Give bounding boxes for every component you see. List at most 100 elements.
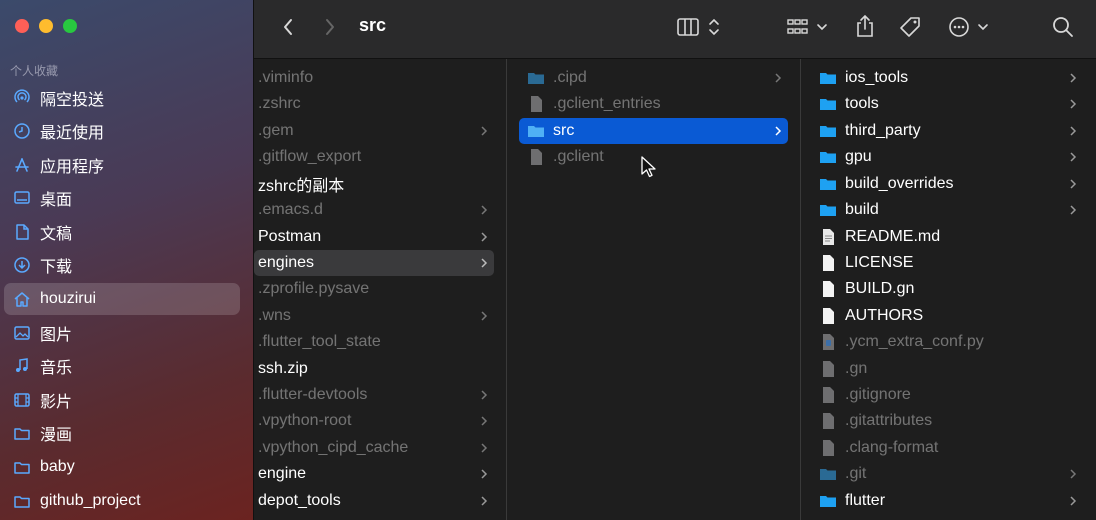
mouse-pointer-icon bbox=[641, 156, 656, 178]
applications-icon bbox=[13, 156, 31, 174]
list-item[interactable]: .gitflow_export bbox=[254, 144, 494, 170]
list-item[interactable]: ios_tools bbox=[813, 65, 1083, 91]
sidebar-item-manhua[interactable]: 漫画 bbox=[4, 417, 240, 449]
list-item[interactable]: .flutter-devtools bbox=[254, 382, 494, 408]
list-item[interactable]: LICENSE bbox=[813, 250, 1083, 276]
tag-button[interactable] bbox=[896, 13, 924, 41]
list-item[interactable]: .emacs.d bbox=[254, 197, 494, 223]
close-window-button[interactable] bbox=[15, 19, 29, 33]
list-item[interactable]: tools bbox=[813, 91, 1083, 117]
list-item[interactable]: zshrc的副本 bbox=[254, 171, 494, 197]
list-item[interactable]: .zshrc bbox=[254, 91, 494, 117]
file-name: Postman bbox=[258, 228, 322, 245]
folder-icon bbox=[820, 99, 836, 110]
zoom-window-button[interactable] bbox=[63, 19, 77, 33]
list-item[interactable]: .cipd bbox=[519, 65, 788, 91]
file-name: tools bbox=[845, 95, 879, 112]
folder-icon bbox=[820, 73, 836, 84]
file-name: .gn bbox=[845, 360, 868, 377]
list-item[interactable]: .gclient_entries bbox=[519, 91, 788, 117]
ellipsis-circle-icon bbox=[949, 17, 988, 37]
sidebar-item-label: 文稿 bbox=[40, 226, 73, 243]
download-icon bbox=[13, 256, 31, 274]
airdrop-icon bbox=[13, 89, 31, 107]
sidebar-item-label: houzirui bbox=[40, 290, 97, 307]
list-item[interactable]: build bbox=[813, 197, 1083, 223]
list-item[interactable]: .clang-format bbox=[813, 435, 1083, 461]
list-item-selected[interactable]: src bbox=[519, 118, 788, 144]
file-name: .clang-format bbox=[845, 439, 939, 456]
list-item[interactable]: .ycm_extra_conf.py bbox=[813, 329, 1083, 355]
list-item[interactable]: .wns bbox=[254, 303, 494, 329]
sidebar-item-label: baby bbox=[40, 458, 75, 475]
file-name: .zshrc bbox=[258, 95, 301, 112]
file-name: .vpython_cipd_cache bbox=[258, 439, 409, 456]
list-item[interactable]: .viminfo bbox=[254, 65, 494, 91]
chevron-right-icon bbox=[1070, 179, 1077, 189]
chevron-right-icon bbox=[1070, 496, 1077, 506]
list-item[interactable]: AUTHORS bbox=[813, 303, 1083, 329]
share-button[interactable] bbox=[852, 12, 878, 40]
back-button[interactable] bbox=[278, 14, 298, 40]
file-name: engines bbox=[258, 254, 315, 271]
folder-icon bbox=[820, 469, 836, 480]
file-icon bbox=[823, 281, 834, 297]
group-button[interactable] bbox=[786, 14, 832, 40]
list-item[interactable]: build_overrides bbox=[813, 171, 1083, 197]
chevron-right-icon bbox=[481, 469, 488, 479]
list-item[interactable]: .git bbox=[813, 461, 1083, 487]
more-actions-button[interactable] bbox=[946, 13, 992, 41]
list-item[interactable]: .vpython-root bbox=[254, 408, 494, 434]
sidebar-item-baby[interactable]: baby bbox=[4, 451, 240, 483]
file-icon bbox=[823, 308, 834, 324]
sidebar-item-downloads[interactable]: 下载 bbox=[4, 249, 240, 281]
forward-button[interactable] bbox=[320, 14, 340, 40]
sidebar-item-recents[interactable]: 最近使用 bbox=[4, 115, 240, 147]
sidebar-item-desktop[interactable]: 桌面 bbox=[4, 182, 240, 214]
sidebar-item-pictures[interactable]: 图片 bbox=[4, 317, 240, 349]
sidebar-item-home[interactable]: houzirui bbox=[4, 283, 240, 315]
list-item[interactable]: README.md bbox=[813, 224, 1083, 250]
chevron-right-icon bbox=[481, 443, 488, 453]
music-icon bbox=[13, 357, 31, 375]
file-name: .gitattributes bbox=[845, 412, 933, 429]
list-item[interactable]: flutter bbox=[813, 488, 1083, 514]
text-document-icon bbox=[823, 229, 834, 245]
file-name: build bbox=[845, 201, 879, 218]
sidebar-item-movies[interactable]: 影片 bbox=[4, 384, 240, 416]
list-item[interactable]: Postman bbox=[254, 224, 494, 250]
list-item[interactable]: BUILD.gn bbox=[813, 276, 1083, 302]
chevron-right-icon bbox=[775, 73, 782, 83]
desktop-icon bbox=[13, 189, 31, 207]
sidebar-item-label: 漫画 bbox=[40, 427, 73, 444]
chevron-right-icon bbox=[775, 126, 782, 136]
search-button[interactable] bbox=[1050, 13, 1076, 41]
file-name: .gem bbox=[258, 122, 294, 139]
file-name: .gitignore bbox=[845, 386, 911, 403]
sidebar-item-applications[interactable]: 应用程序 bbox=[4, 149, 240, 181]
list-item[interactable]: third_party bbox=[813, 118, 1083, 144]
sidebar-item-music[interactable]: 音乐 bbox=[4, 350, 240, 382]
list-item[interactable]: engine bbox=[254, 461, 494, 487]
list-item[interactable]: .flutter_tool_state bbox=[254, 329, 494, 355]
list-item[interactable]: .zprofile.pysave bbox=[254, 276, 494, 302]
sidebar-item-github-project[interactable]: github_project bbox=[4, 485, 240, 517]
list-item[interactable]: .gitignore bbox=[813, 382, 1083, 408]
minimize-window-button[interactable] bbox=[39, 19, 53, 33]
list-item[interactable]: depot_tools bbox=[254, 488, 494, 514]
list-item[interactable]: gpu bbox=[813, 144, 1083, 170]
list-item[interactable]: .vpython_cipd_cache bbox=[254, 435, 494, 461]
chevron-right-icon bbox=[1070, 126, 1077, 136]
list-item[interactable]: .gn bbox=[813, 356, 1083, 382]
list-item[interactable]: ssh.zip bbox=[254, 356, 494, 382]
list-item[interactable]: engines bbox=[254, 250, 494, 276]
sidebar-item-label: 影片 bbox=[40, 394, 73, 411]
sidebar-item-documents[interactable]: 文稿 bbox=[4, 216, 240, 248]
list-item[interactable]: .gem bbox=[254, 118, 494, 144]
list-item[interactable]: .gitattributes bbox=[813, 408, 1083, 434]
file-name: depot_tools bbox=[258, 492, 341, 509]
sidebar-item-airdrop[interactable]: 隔空投送 bbox=[4, 82, 240, 114]
file-name: .git bbox=[845, 465, 867, 482]
file-name: .gclient bbox=[553, 148, 604, 165]
view-mode-button[interactable] bbox=[676, 14, 724, 40]
